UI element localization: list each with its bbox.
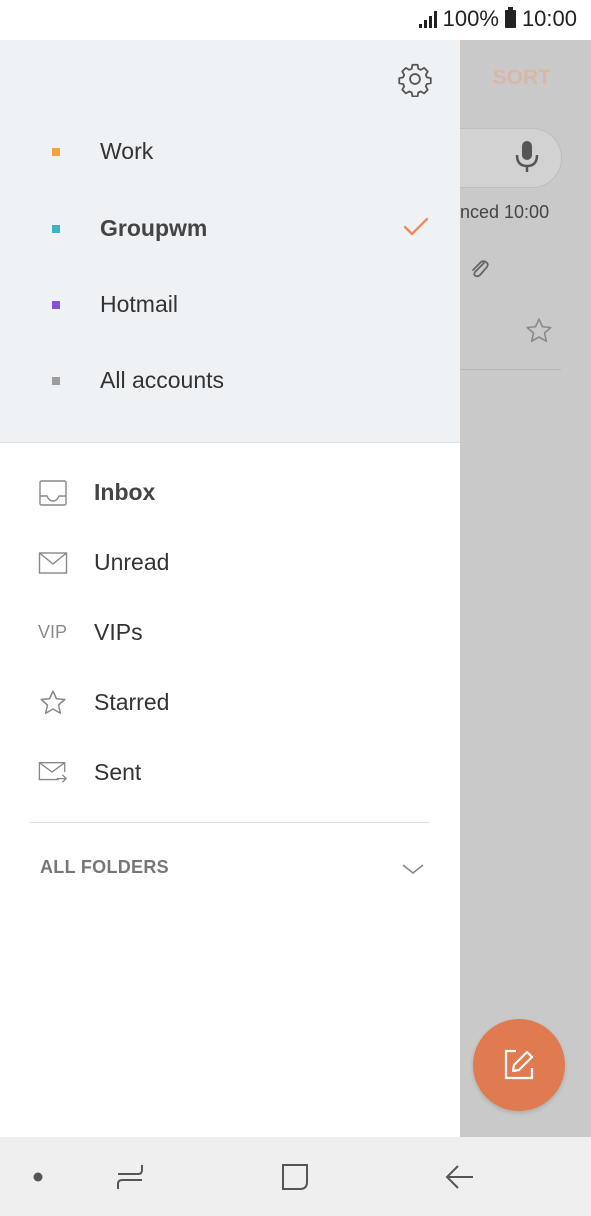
settings-gear-icon[interactable] bbox=[397, 61, 433, 98]
account-color-dot bbox=[52, 377, 60, 385]
all-folders-label: ALL FOLDERS bbox=[40, 857, 169, 877]
sent-icon bbox=[38, 758, 68, 788]
clock: 10:00 bbox=[521, 6, 577, 31]
folder-label: Unread bbox=[94, 549, 170, 575]
vip-icon: VIP bbox=[38, 622, 68, 642]
folder-label: Inbox bbox=[94, 479, 156, 505]
account-item-all-accounts[interactable]: All accounts bbox=[0, 351, 460, 411]
folder-label: Starred bbox=[94, 689, 170, 715]
background-email-list[interactable]: SORT nced 10:00 bbox=[460, 40, 591, 1137]
folder-divider bbox=[30, 822, 430, 823]
account-color-dot bbox=[52, 301, 60, 309]
signal-icon bbox=[418, 10, 437, 28]
status-bar: 100% 10:00 bbox=[0, 0, 591, 40]
account-label: Groupwm bbox=[100, 215, 208, 241]
all-folders-toggle[interactable]: ALL FOLDERS bbox=[0, 845, 460, 895]
accounts-panel: Work Groupwm Hotmail All accounts bbox=[0, 40, 460, 443]
folder-item-unread[interactable]: Unread bbox=[0, 532, 460, 592]
star-icon bbox=[38, 688, 68, 718]
battery-percent: 100% bbox=[442, 6, 499, 31]
account-color-dot bbox=[52, 225, 60, 233]
sort-button: SORT bbox=[492, 66, 551, 89]
list-divider bbox=[460, 369, 561, 370]
microphone-icon bbox=[514, 140, 540, 179]
envelope-icon bbox=[38, 548, 68, 578]
account-label: All accounts bbox=[100, 367, 225, 393]
back-icon[interactable] bbox=[430, 1137, 490, 1216]
account-color-dot bbox=[52, 148, 60, 156]
folder-item-inbox[interactable]: Inbox bbox=[0, 462, 460, 522]
compose-icon bbox=[504, 1049, 534, 1080]
folder-item-sent[interactable]: Sent bbox=[0, 742, 460, 802]
checkmark-icon bbox=[403, 215, 429, 244]
home-icon[interactable] bbox=[265, 1137, 325, 1216]
star-icon bbox=[524, 316, 554, 351]
compose-button[interactable] bbox=[473, 1019, 565, 1111]
attachment-icon bbox=[468, 258, 492, 287]
search-bar bbox=[460, 128, 562, 188]
nav-dot-icon[interactable] bbox=[18, 1137, 58, 1216]
recent-apps-icon[interactable] bbox=[100, 1137, 160, 1216]
navigation-drawer: Work Groupwm Hotmail All accounts Inbox … bbox=[0, 40, 460, 1137]
account-item-hotmail[interactable]: Hotmail bbox=[0, 275, 460, 335]
account-label: Work bbox=[100, 138, 154, 164]
account-label: Hotmail bbox=[100, 291, 178, 317]
battery-icon bbox=[504, 7, 516, 28]
system-navigation-bar bbox=[0, 1137, 591, 1216]
account-item-groupwm[interactable]: Groupwm bbox=[0, 199, 460, 259]
folder-item-vips[interactable]: VIP VIPs bbox=[0, 602, 460, 662]
account-item-work[interactable]: Work bbox=[0, 122, 460, 182]
chevron-down-icon bbox=[401, 862, 425, 881]
inbox-icon bbox=[38, 478, 68, 508]
folder-item-starred[interactable]: Starred bbox=[0, 672, 460, 732]
folder-label: VIPs bbox=[94, 619, 143, 645]
folder-label: Sent bbox=[94, 759, 142, 785]
email-meta: nced 10:00 bbox=[460, 202, 550, 222]
